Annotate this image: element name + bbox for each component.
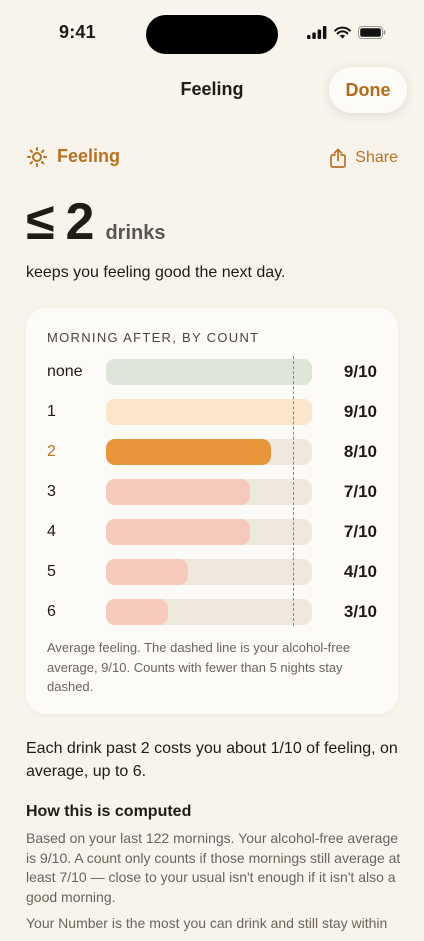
bar-label: none bbox=[47, 363, 83, 380]
bar-value: 3/10 bbox=[343, 602, 377, 621]
bar bbox=[106, 479, 251, 505]
sun-icon bbox=[27, 146, 47, 167]
summary-text: Each drink past 2 costs you about 1/10 o… bbox=[26, 740, 398, 780]
headline-unit: drinks bbox=[105, 222, 166, 244]
bar-value: 9/10 bbox=[343, 362, 377, 381]
status-icons bbox=[307, 26, 386, 39]
headline-symbol: ≤ bbox=[26, 193, 55, 251]
chart-title: MORNING AFTER, BY COUNT bbox=[47, 330, 260, 345]
chart-card: MORNING AFTER, BY COUNT none 9/10 1 9/10 2 8/… bbox=[26, 308, 398, 714]
bar-label: 2 bbox=[47, 443, 56, 460]
section-header: Feeling Share bbox=[27, 146, 398, 174]
nav-bar: Feeling Done bbox=[0, 60, 424, 120]
headline-number: ≤ 2 drinks bbox=[26, 192, 166, 252]
bar bbox=[106, 599, 168, 625]
how-paragraph-2: Your Number is the most you can drink an… bbox=[26, 915, 388, 931]
signal-icon bbox=[307, 26, 327, 39]
bar-row: none 9/10 bbox=[26, 357, 398, 397]
bar-row: 3 7/10 bbox=[26, 477, 398, 517]
bar-row: 4 7/10 bbox=[26, 517, 398, 557]
bar-label: 6 bbox=[47, 603, 56, 620]
how-title: How this is computed bbox=[26, 803, 192, 820]
bar-value: 8/10 bbox=[343, 442, 377, 461]
how-paragraph-1: Based on your last 122 mornings. Your al… bbox=[26, 830, 401, 905]
bar-row: 1 9/10 bbox=[26, 397, 398, 437]
bar bbox=[106, 559, 189, 585]
bar bbox=[106, 359, 312, 385]
headline-subtitle: keeps you feeling good the next day. bbox=[26, 264, 286, 281]
bar-label: 5 bbox=[47, 563, 56, 580]
headline-value: 2 bbox=[65, 193, 95, 251]
bar-value: 7/10 bbox=[343, 522, 377, 541]
battery-icon bbox=[358, 26, 386, 39]
bar-track bbox=[106, 479, 312, 505]
section-label-text: Feeling bbox=[57, 146, 121, 166]
bar-label: 3 bbox=[47, 483, 56, 500]
section-label: Feeling bbox=[27, 146, 120, 167]
status-time: 9:41 bbox=[59, 22, 96, 42]
dynamic-island bbox=[146, 15, 278, 54]
how-body: Based on your last 122 mornings. Your al… bbox=[26, 829, 402, 941]
bar-value: 9/10 bbox=[343, 402, 377, 421]
bar-value: 4/10 bbox=[343, 562, 377, 581]
share-icon bbox=[330, 148, 347, 168]
bar bbox=[106, 399, 312, 425]
bar-track bbox=[106, 559, 312, 585]
bar-row: 6 3/10 bbox=[26, 597, 398, 637]
wifi-icon bbox=[334, 26, 351, 39]
bar-track bbox=[106, 599, 312, 625]
bar-track bbox=[106, 399, 312, 425]
chart-caption: Average feeling. The dashed line is your… bbox=[47, 640, 351, 694]
reference-line bbox=[293, 356, 295, 626]
bar-track bbox=[106, 439, 312, 465]
bar-track bbox=[106, 359, 312, 385]
done-button[interactable]: Done bbox=[329, 67, 407, 113]
bar-row: 5 4/10 bbox=[26, 557, 398, 597]
bar-label: 4 bbox=[47, 523, 56, 540]
share-button[interactable]: Share bbox=[330, 148, 398, 168]
bar-row: 2 8/10 bbox=[26, 437, 398, 477]
bar-track bbox=[106, 519, 312, 545]
share-label: Share bbox=[355, 149, 398, 166]
bar bbox=[106, 439, 271, 465]
bar-value: 7/10 bbox=[343, 482, 377, 501]
status-bar: 9:41 bbox=[0, 0, 424, 60]
bar bbox=[106, 519, 251, 545]
bar-label: 1 bbox=[47, 403, 56, 420]
